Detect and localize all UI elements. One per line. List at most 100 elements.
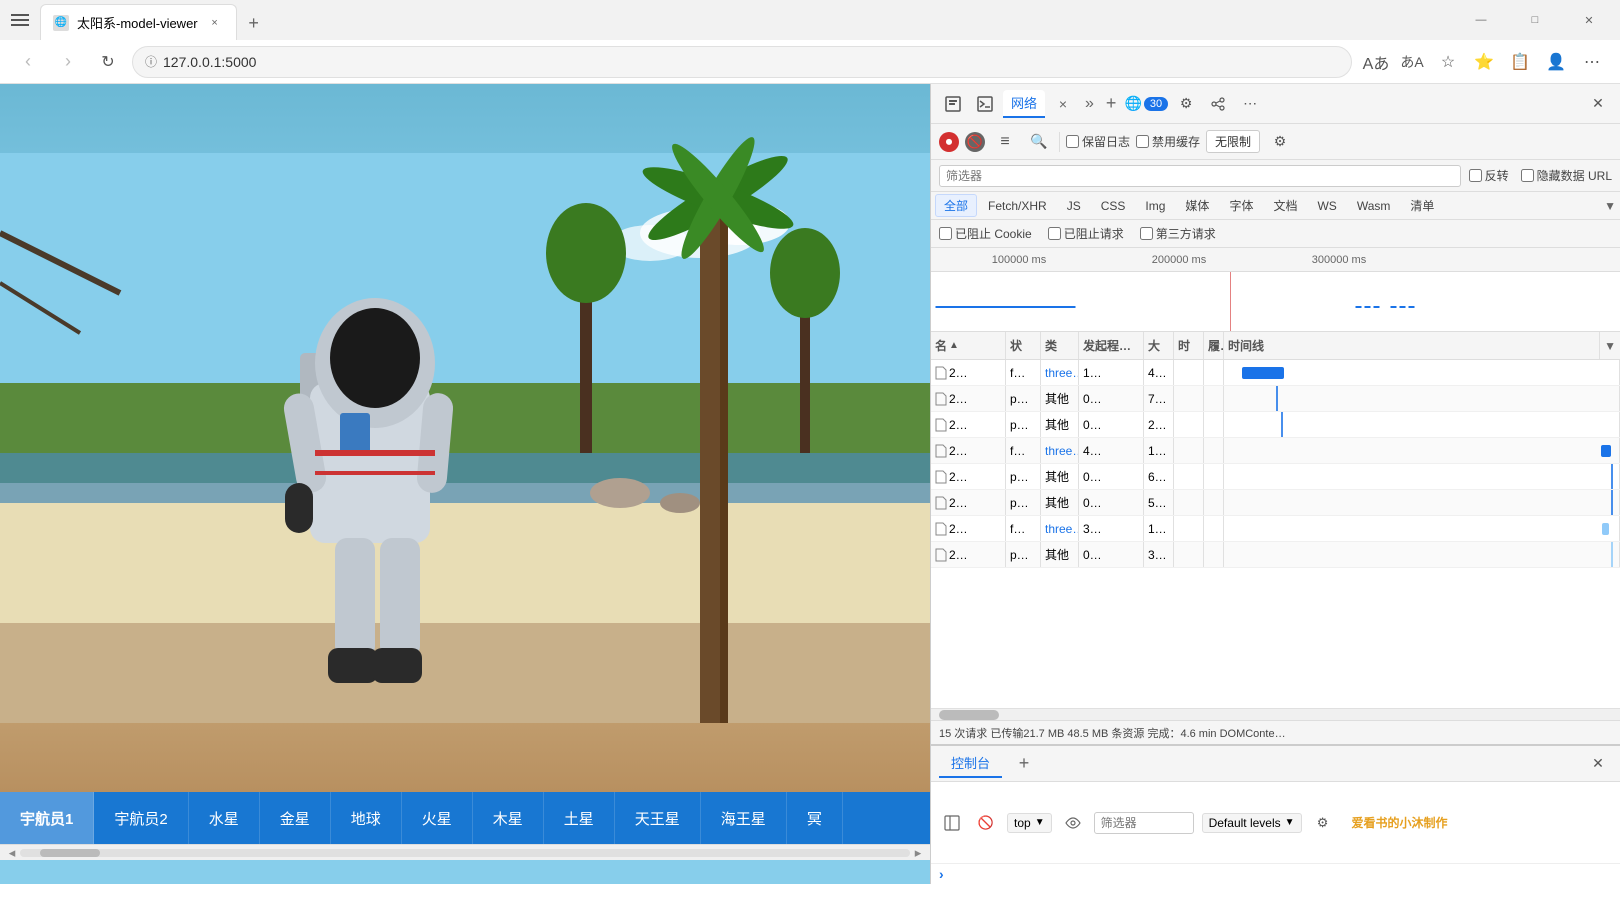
star-icon[interactable]: ☆ — [1432, 46, 1464, 78]
dt-sort-btn[interactable]: ▼ — [1604, 199, 1616, 213]
minimize-btn[interactable]: — — [1458, 4, 1504, 36]
tab-mars[interactable]: 火星 — [402, 792, 473, 844]
tab-uranus[interactable]: 天王星 — [615, 792, 701, 844]
back-btn[interactable]: ‹ — [12, 46, 44, 78]
console-levels-btn[interactable]: Default levels ▼ — [1202, 813, 1302, 833]
collections-icon[interactable]: 📋 — [1504, 46, 1536, 78]
col-time-header[interactable]: 时 — [1174, 332, 1204, 359]
console-body: 🚫 top ▼ — [931, 782, 1620, 863]
dt-connections-btn[interactable] — [1204, 90, 1232, 118]
tab-astronaut2[interactable]: 宇航员2 — [94, 792, 188, 844]
type-ws[interactable]: WS — [1308, 196, 1345, 216]
table-row[interactable]: 2… p… 其他 0… 6… — [931, 464, 1620, 490]
col-name-header[interactable]: 名 ▲ — [931, 332, 1006, 359]
tab-close-btn[interactable]: × — [206, 14, 224, 32]
invert-checkbox[interactable]: 反转 — [1469, 167, 1509, 184]
dt-close-btn[interactable]: ✕ — [1584, 90, 1612, 118]
dt-table-body[interactable]: 2… f… three… 1… 4… 2… — [931, 360, 1620, 708]
maximize-btn[interactable]: □ — [1512, 4, 1558, 36]
disable-cache-checkbox[interactable]: 禁用缓存 — [1136, 133, 1200, 150]
dt-more-options-btn[interactable]: ⋯ — [1236, 90, 1264, 118]
tab-venus[interactable]: 金星 — [260, 792, 331, 844]
forward-btn[interactable]: › — [52, 46, 84, 78]
console-top-select[interactable]: top ▼ — [1007, 813, 1052, 833]
type-img[interactable]: Img — [1136, 196, 1174, 216]
col-waterfall-header[interactable]: 时间线 — [1224, 332, 1600, 359]
console-settings-btn[interactable]: ⚙ — [1310, 810, 1336, 836]
close-btn[interactable]: ✕ — [1566, 4, 1612, 36]
translate-icon[interactable]: Aあ — [1360, 46, 1392, 78]
table-h-scrollbar[interactable] — [931, 708, 1620, 720]
type-doc[interactable]: 文档 — [1264, 194, 1306, 217]
console-clear-btn[interactable]: 🚫 — [973, 810, 999, 836]
third-party-checkbox[interactable]: 第三方请求 — [1140, 225, 1216, 242]
console-eye-btn[interactable] — [1060, 810, 1086, 836]
console-filter-input[interactable] — [1094, 812, 1194, 834]
throttle-select[interactable]: 无限制 — [1206, 130, 1260, 153]
active-tab[interactable]: 🌐 太阳系-model-viewer × — [40, 4, 237, 40]
console-inspect-btn[interactable] — [939, 810, 965, 836]
type-media[interactable]: 媒体 — [1176, 194, 1218, 217]
dt-search-icon[interactable]: 🔍 — [1025, 128, 1053, 156]
type-all[interactable]: 全部 — [935, 194, 977, 217]
console-add-tab[interactable]: + — [1010, 750, 1038, 778]
dt-settings-btn[interactable]: ⚙ — [1172, 90, 1200, 118]
tab-mercury[interactable]: 水星 — [189, 792, 260, 844]
col-type-header[interactable]: 类 — [1041, 332, 1079, 359]
table-row[interactable]: 2… p… 其他 0… 7… — [931, 386, 1620, 412]
dt-more-tabs[interactable]: » — [1081, 95, 1098, 113]
type-fetch-xhr[interactable]: Fetch/XHR — [979, 196, 1056, 216]
table-row[interactable]: 2… f… three… 4… 1… — [931, 438, 1620, 464]
table-row[interactable]: 2… p… 其他 0… 5… — [931, 490, 1620, 516]
table-row[interactable]: 2… f… three… 1… 4… — [931, 360, 1620, 386]
toolbar-settings-btn[interactable]: ⚙ — [1266, 128, 1294, 156]
new-tab-btn[interactable]: + — [237, 6, 271, 40]
blocked-cookie-checkbox[interactable]: 已阻止 Cookie — [939, 225, 1032, 242]
col-priority-header[interactable]: 履… — [1204, 332, 1224, 359]
type-js[interactable]: JS — [1058, 196, 1090, 216]
table-row[interactable]: 2… p… 其他 0… 3… — [931, 542, 1620, 568]
console-tab[interactable]: 控制台 — [939, 750, 1002, 778]
tab-pluto[interactable]: 冥 — [787, 792, 843, 844]
user-icon[interactable]: 👤 — [1540, 46, 1572, 78]
dt-filter-icon[interactable]: ≡ — [991, 128, 1019, 156]
dt-elements-btn[interactable] — [939, 90, 967, 118]
dt-table-header: 名 ▲ 状 类 发起程… 大 时 履… — [931, 332, 1620, 360]
read-mode-icon[interactable]: あA — [1396, 46, 1428, 78]
tab-earth[interactable]: 地球 — [331, 792, 402, 844]
col-status-header[interactable]: 状 — [1006, 332, 1041, 359]
console-close-btn[interactable]: ✕ — [1584, 750, 1612, 778]
dt-network-tab[interactable]: 网络 — [1003, 90, 1045, 118]
dt-add-panel[interactable]: + — [1102, 93, 1121, 114]
type-font[interactable]: 字体 — [1220, 194, 1262, 217]
refresh-btn[interactable]: ↻ — [92, 46, 124, 78]
col-init-header[interactable]: 发起程… — [1079, 332, 1144, 359]
more-options-icon[interactable]: ⋯ — [1576, 46, 1608, 78]
tab-jupiter[interactable]: 木星 — [473, 792, 544, 844]
tab-saturn[interactable]: 土星 — [544, 792, 615, 844]
col-size-header[interactable]: 大 — [1144, 332, 1174, 359]
table-row[interactable]: 2… f… three… 3… 1… — [931, 516, 1620, 542]
browser-menu-icon[interactable] — [8, 8, 32, 32]
type-css[interactable]: CSS — [1092, 196, 1135, 216]
h-scrollbar[interactable]: ◂ ▸ — [0, 844, 930, 860]
viewport: 宇航员1 宇航员2 水星 金星 地球 火星 木星 — [0, 84, 930, 884]
table-row[interactable]: 2… p… 其他 0… 2… — [931, 412, 1620, 438]
filter-input[interactable] — [939, 165, 1461, 187]
blocked-request-checkbox[interactable]: 已阻止请求 — [1048, 225, 1124, 242]
dt-network-close[interactable]: × — [1049, 90, 1077, 118]
tab-neptune[interactable]: 海王星 — [701, 792, 787, 844]
favorites-icon[interactable]: ⭐ — [1468, 46, 1500, 78]
dt-clear-btn[interactable]: 🚫 — [965, 132, 985, 152]
tab-astronaut1[interactable]: 宇航员1 — [0, 792, 94, 844]
preserve-log-checkbox[interactable]: 保留日志 — [1066, 133, 1130, 150]
dt-record-btn[interactable]: ⏺ — [939, 132, 959, 152]
file-icon — [935, 444, 947, 458]
console-input[interactable] — [950, 867, 1612, 881]
hide-data-url-checkbox[interactable]: 隐藏数据 URL — [1521, 167, 1612, 184]
address-bar[interactable]: ⓘ 127.0.0.1:5000 — [132, 46, 1352, 78]
type-manifest[interactable]: 清单 — [1401, 194, 1443, 217]
dt-console-icon[interactable] — [971, 90, 999, 118]
sort-down-icon: ▼ — [1600, 339, 1620, 353]
type-wasm[interactable]: Wasm — [1348, 196, 1400, 216]
